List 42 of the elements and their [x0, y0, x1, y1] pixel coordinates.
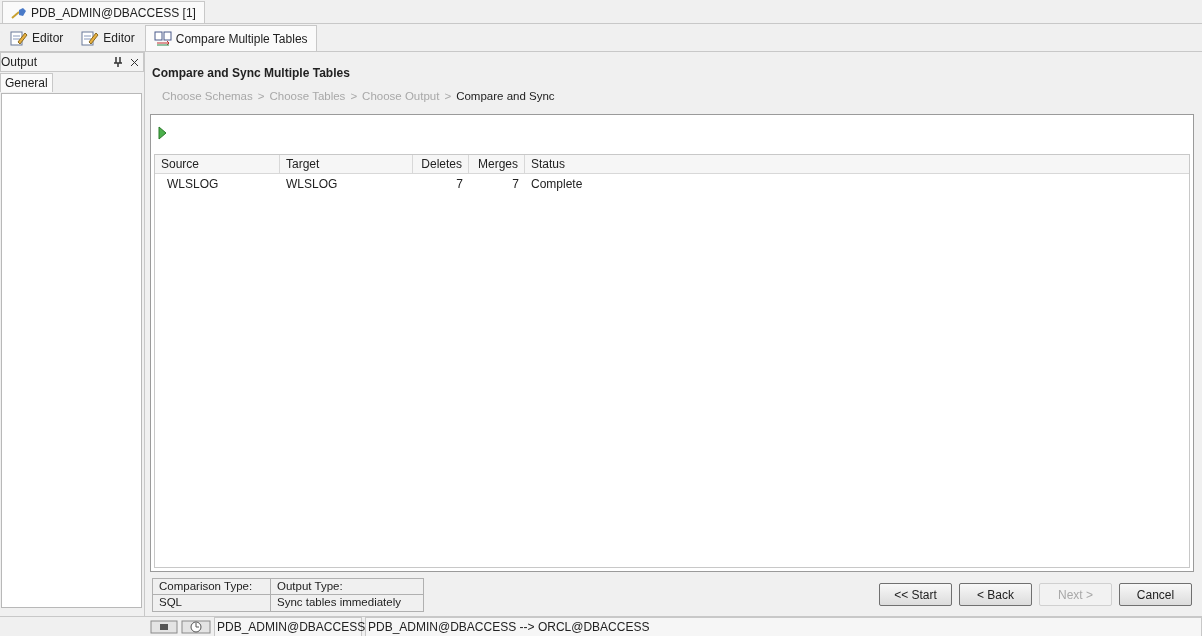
document-tab-title: PDB_ADMIN@DBACCESS [1]	[31, 4, 196, 22]
close-icon[interactable]	[130, 57, 139, 67]
pin-icon[interactable]	[114, 57, 122, 67]
column-header[interactable]: Source	[155, 155, 280, 174]
table-cell-text: Complete	[530, 175, 584, 193]
table-cell-text: 7	[511, 175, 520, 193]
column-header[interactable]: Deletes	[413, 155, 469, 174]
table-arrows-icon	[153, 30, 172, 47]
wizard-button[interactable]: < Back	[959, 583, 1032, 606]
clock-icon[interactable]	[181, 619, 211, 634]
wizard-title: Compare and Sync Multiple Tables	[152, 65, 351, 82]
document-tab[interactable]: PDB_ADMIN@DBACCESS [1]	[2, 1, 205, 23]
editor-tab[interactable]: Editor	[73, 25, 143, 51]
run-icon[interactable]	[158, 126, 167, 141]
step-separator: >	[350, 89, 358, 104]
summary-header: Comparison Type:	[153, 579, 271, 595]
wizard-step: Choose Schemas	[162, 88, 253, 106]
editor-tab[interactable]: Editor	[2, 25, 72, 51]
editor-tab[interactable]: Compare Multiple Tables	[144, 25, 317, 51]
notepad-pencil-icon	[81, 30, 100, 46]
panel-tab[interactable]: General	[0, 73, 53, 92]
notepad-pencil-icon	[10, 30, 28, 46]
column-header[interactable]: Target	[280, 155, 413, 174]
plug-icon	[11, 6, 27, 19]
wizard-button[interactable]: << Start	[879, 583, 952, 606]
summary-value: Sync tables immediately	[276, 595, 402, 611]
wizard-step: Choose Tables	[269, 88, 346, 106]
wizard-button[interactable]: Cancel	[1119, 583, 1192, 606]
table-cell-text: WLSLOG	[166, 175, 220, 193]
column-header[interactable]: Merges	[469, 155, 525, 174]
column-header[interactable]: Status	[525, 155, 1189, 174]
step-separator: >	[257, 89, 265, 104]
table-cell-text: WLSLOG	[285, 175, 339, 193]
summary-header: Output Type:	[271, 579, 423, 595]
panel-title: Output	[1, 54, 38, 71]
wizard-step: Compare and Sync	[456, 88, 555, 106]
status-sync: PDB_ADMIN@DBACCESS --> ORCL@DBACCESS	[365, 616, 1202, 636]
step-separator: >	[444, 89, 452, 104]
summary-value: SQL	[153, 595, 271, 611]
wizard-step: Choose Output	[362, 88, 440, 106]
keyboard-icon[interactable]	[150, 619, 178, 634]
table-cell-text: 7	[455, 175, 464, 193]
